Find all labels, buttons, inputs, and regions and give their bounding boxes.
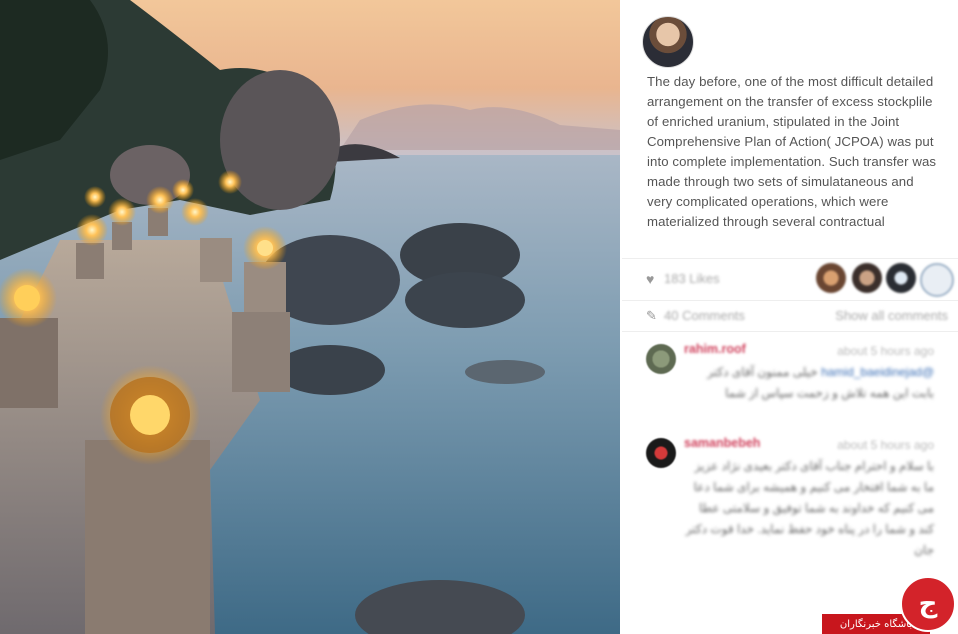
show-all-comments-link[interactable]: Show all comments <box>835 308 948 323</box>
watermark-logo-icon: ج <box>900 576 956 632</box>
post-caption: The day before, one of the most difficul… <box>647 74 937 229</box>
likes-row[interactable]: ♥ 183 Likes <box>622 258 958 299</box>
comment-text: @hamid_baeidinejad خیلی ممنون آقای دکتر … <box>684 362 934 426</box>
liker-avatar[interactable] <box>852 263 882 293</box>
likes-count: 183 Likes <box>664 271 720 286</box>
comment-icon: ✎ <box>646 308 657 323</box>
commenter-avatar[interactable] <box>646 438 676 468</box>
divider <box>622 331 958 332</box>
comment-time: about 5 hours ago <box>837 344 934 358</box>
liker-avatar[interactable] <box>886 263 916 293</box>
comment-username[interactable]: rahim.roof <box>684 342 746 356</box>
post-photo[interactable] <box>0 0 620 634</box>
commenter-avatar[interactable] <box>646 344 676 374</box>
comment-mention[interactable]: @hamid_baeidinejad <box>821 365 934 379</box>
comments-count: 40 Comments <box>664 308 745 323</box>
comments-row: ✎ 40 Comments Show all comments <box>622 300 958 331</box>
heart-icon[interactable]: ♥ <box>646 271 654 287</box>
post-details-panel: The day before, one of the most difficul… <box>622 0 958 634</box>
liker-avatar[interactable] <box>920 263 954 297</box>
comment-time: about 5 hours ago <box>837 438 934 452</box>
seaside-lanterns-image <box>0 0 620 634</box>
watermark-logo: باشگاه خبرنگاران ج <box>820 576 958 634</box>
comment-username[interactable]: samanbebeh <box>684 436 760 450</box>
liker-avatar[interactable] <box>816 263 846 293</box>
author-avatar[interactable] <box>642 16 694 68</box>
